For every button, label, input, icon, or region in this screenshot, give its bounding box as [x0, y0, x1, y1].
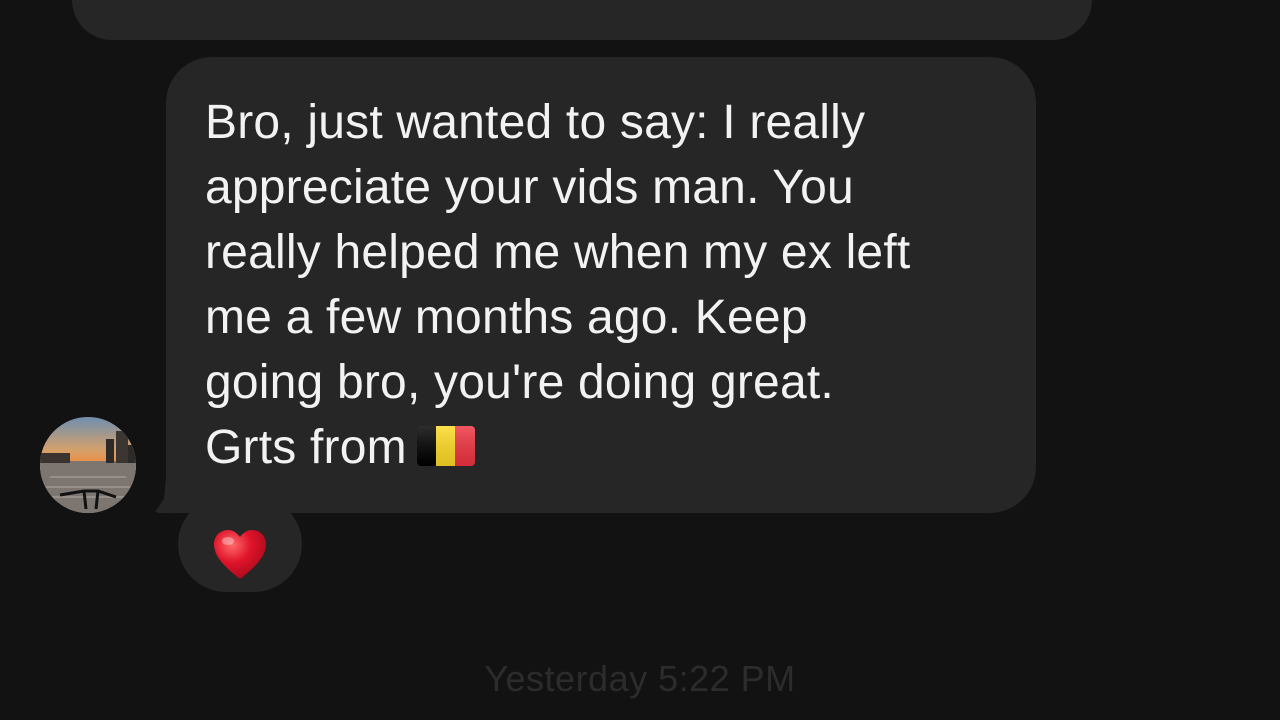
sender-avatar[interactable]	[40, 417, 136, 513]
message-timestamp: Yesterday 5:22 PM	[484, 658, 796, 699]
red-heart-icon	[214, 530, 266, 579]
message-line: going bro, you're doing great.	[205, 356, 834, 409]
message-text: Bro, just wanted to say: I really apprec…	[205, 90, 1025, 480]
message-line: really helped me when my ex left	[205, 226, 911, 279]
chat-view: Bro, just wanted to say: I really apprec…	[0, 0, 1280, 720]
message-line: me a few months ago. Keep	[205, 291, 808, 344]
heart-reaction-button[interactable]	[178, 496, 302, 592]
avatar-photo-sunset-street-icon	[40, 417, 136, 513]
message-line: Bro, just wanted to say: I really	[205, 96, 866, 149]
message-line: Grts from	[205, 421, 407, 474]
message-line: appreciate your vids man. You	[205, 161, 854, 214]
previous-message-bubble[interactable]	[72, 0, 1092, 40]
belgium-flag-icon	[416, 426, 475, 466]
